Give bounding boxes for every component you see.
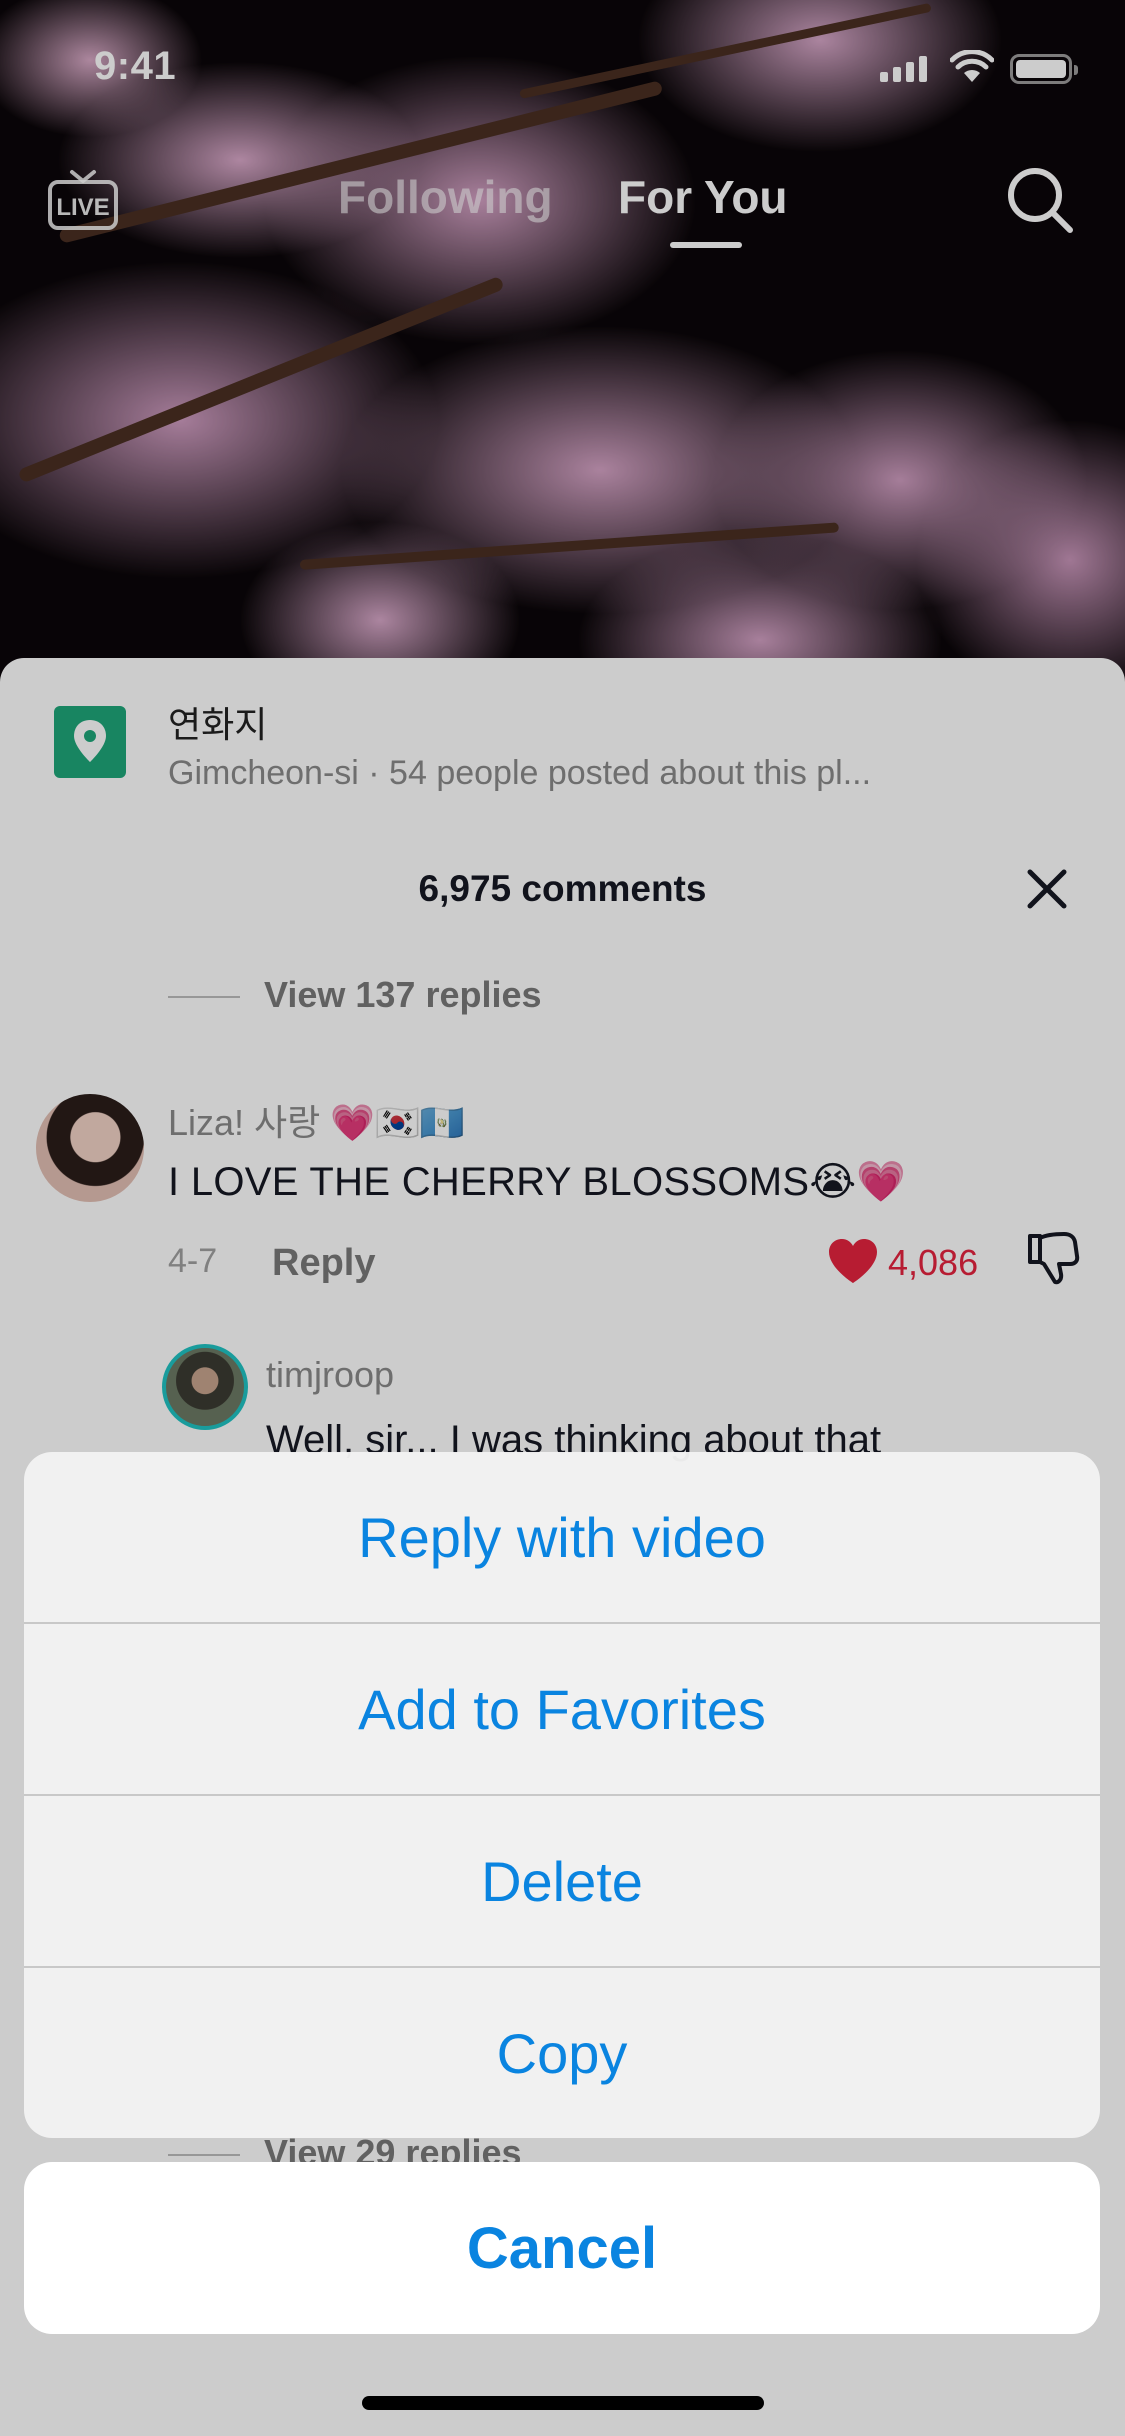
reply-with-video-button[interactable]: Reply with video: [24, 1452, 1100, 1624]
add-to-favorites-button[interactable]: Add to Favorites: [24, 1624, 1100, 1796]
action-sheet: Reply with video Add to Favorites Delete…: [24, 1452, 1100, 2138]
delete-button[interactable]: Delete: [24, 1796, 1100, 1968]
cancel-button[interactable]: Cancel: [24, 2162, 1100, 2334]
home-indicator[interactable]: [362, 2396, 764, 2410]
copy-button[interactable]: Copy: [24, 1968, 1100, 2138]
